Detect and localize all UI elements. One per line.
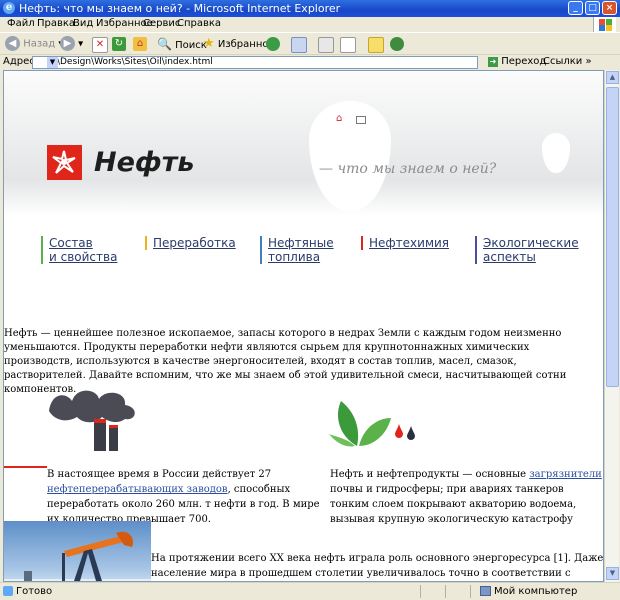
page-viewport: ⌂ Нефть — что мы знаем о ней? Состав и св… [3, 70, 604, 582]
menu-help[interactable]: Справка [177, 18, 221, 29]
computer-icon [480, 586, 491, 596]
edit-icon[interactable] [340, 37, 356, 53]
page-icon [3, 586, 13, 596]
menu-view[interactable]: Вид [73, 18, 93, 29]
oil-pump-photo [4, 521, 151, 581]
refineries-paragraph: В настоящее время в России действует 27 … [47, 469, 320, 525]
links-button[interactable]: Ссылки » [543, 56, 592, 67]
forward-button[interactable]: ▶ ▾ [60, 36, 83, 52]
go-arrow-icon: ➜ [488, 57, 498, 67]
history-paragraph: На протяжении всего XX века нефть играла… [151, 553, 604, 579]
pollutants-link[interactable]: загрязнители [529, 469, 602, 480]
folder-icon[interactable] [368, 37, 384, 53]
status-bar: Готово Мой компьютер [0, 582, 620, 600]
status-text: Готово [16, 586, 53, 597]
mail-icon[interactable] [291, 37, 307, 53]
favorites-button[interactable]: ★ Избранное [203, 36, 275, 52]
nav-composition[interactable]: Состав и свойства [41, 236, 117, 264]
minimize-button[interactable]: _ [568, 1, 583, 15]
address-bar: Адрес: D:\Design\Works\Sites\Oil\index.h… [0, 54, 620, 70]
address-url: D:\Design\Works\Sites\Oil\index.html [47, 57, 213, 67]
chevron-down-icon[interactable]: ▼ [47, 57, 58, 68]
messenger-icon[interactable] [390, 37, 404, 51]
close-button[interactable]: × [602, 1, 617, 15]
print-icon[interactable] [318, 37, 334, 53]
zone-text: Мой компьютер [494, 586, 578, 597]
refresh-icon[interactable]: ↻ [112, 37, 126, 51]
nav-processing[interactable]: Переработка [145, 236, 236, 250]
star-icon: ★ [203, 36, 215, 51]
vertical-scrollbar[interactable]: ▲ ▼ [604, 70, 619, 582]
smokestack-illustration [49, 390, 135, 451]
mail-link-icon[interactable] [356, 116, 366, 124]
address-input[interactable]: D:\Design\Works\Sites\Oil\index.html ▼ [32, 56, 478, 69]
title-bar: e Нефть: что мы знаем о ней? - Microsoft… [0, 0, 620, 17]
menu-tools[interactable]: Сервис [143, 18, 180, 29]
red-accent-line [4, 466, 47, 468]
toolbar: ◀ Назад ▾ ▶ ▾ ✕ ↻ ⌂ 🔍 Поиск ★ Избранное [0, 32, 620, 54]
maximize-button[interactable]: □ [585, 1, 600, 15]
pollution-paragraph: Нефть и нефтепродукты — основные загрязн… [330, 469, 602, 525]
menu-edit[interactable]: Правка [37, 18, 75, 29]
go-button[interactable]: ➜ Переход [488, 56, 546, 67]
forward-arrow-icon: ▶ [60, 36, 75, 51]
oil-drop-graphic [309, 101, 391, 211]
refineries-link[interactable]: нефтеперерабатывающих заводов [47, 484, 228, 495]
back-button[interactable]: ◀ Назад ▾ [5, 36, 63, 52]
back-arrow-icon: ◀ [5, 36, 20, 51]
home-icon[interactable]: ⌂ [133, 37, 147, 51]
small-drop-graphic [542, 133, 570, 173]
media-icon[interactable] [266, 37, 280, 51]
leaves-illustration [329, 401, 415, 447]
ie-icon: e [3, 2, 15, 14]
menu-file[interactable]: Файл [7, 18, 35, 29]
page-header: ⌂ Нефть — что мы знаем о ней? [4, 71, 603, 216]
scroll-up-icon[interactable]: ▲ [606, 71, 619, 84]
logo-icon [47, 145, 82, 180]
windows-logo-icon [593, 17, 616, 32]
nav-ecology[interactable]: Экологические аспекты [475, 236, 579, 264]
home-link-icon[interactable]: ⌂ [336, 114, 345, 124]
tagline: — что мы знаем о ней? [319, 161, 497, 177]
window-title: Нефть: что мы знаем о ней? - Microsoft I… [19, 2, 341, 15]
scroll-down-icon[interactable]: ▼ [606, 567, 619, 580]
nav-petrochemistry[interactable]: Нефтехимия [361, 236, 449, 250]
scroll-thumb[interactable] [606, 87, 619, 387]
stop-icon[interactable]: ✕ [92, 37, 108, 53]
search-button[interactable]: 🔍 Поиск [157, 36, 207, 52]
nav-fuels[interactable]: Нефтяные топлива [260, 236, 334, 264]
search-icon: 🔍 [157, 37, 172, 51]
menu-bar: Файл Правка Вид Избранное Сервис Справка [0, 17, 620, 32]
logo-text: Нефть [94, 147, 195, 178]
